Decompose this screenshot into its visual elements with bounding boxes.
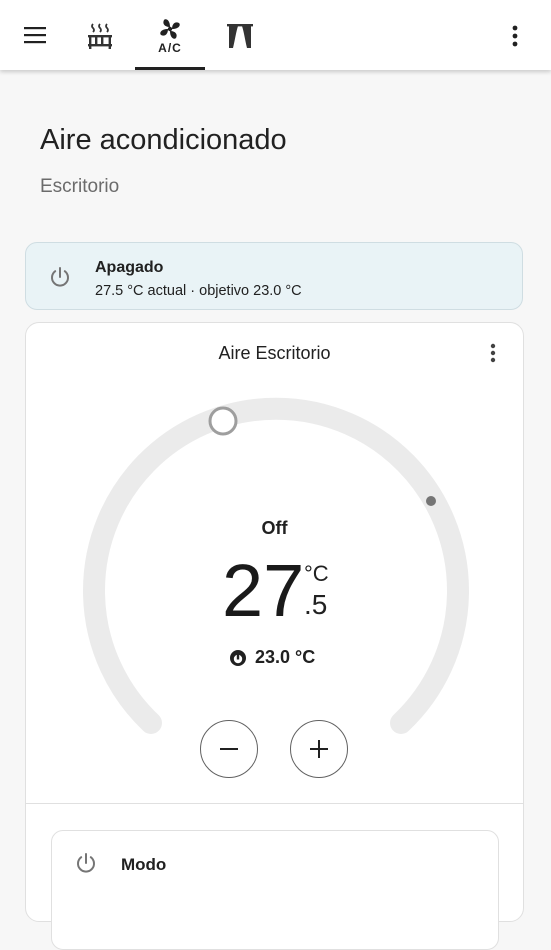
overflow-menu-button[interactable] bbox=[495, 16, 535, 56]
power-icon bbox=[51, 267, 69, 287]
menu-icon bbox=[24, 27, 46, 44]
dots-vertical-icon bbox=[512, 25, 518, 47]
status-tile[interactable]: Apagado 27.5 °C actual · objetivo 23.0 °… bbox=[25, 242, 523, 310]
current-temperature-marker bbox=[426, 496, 436, 506]
tab-radiator[interactable] bbox=[80, 14, 120, 58]
curtains-icon bbox=[227, 24, 253, 48]
target-temperature: 23.0 °C bbox=[229, 647, 315, 668]
temperature-unit: °C bbox=[304, 561, 329, 586]
thermostat-card: Aire Escritorio Off 27 °C .5 23.0 °C Mod… bbox=[25, 322, 524, 950]
thermostat-target-icon bbox=[230, 649, 246, 666]
tab-curtains[interactable] bbox=[220, 14, 260, 58]
target-temperature-value: 23.0 °C bbox=[255, 647, 316, 667]
menu-button[interactable] bbox=[14, 14, 56, 56]
target-temperature-handle[interactable] bbox=[208, 406, 238, 436]
tab-air-conditioner-label: A/C bbox=[158, 40, 182, 55]
thermostat-menu-button[interactable] bbox=[481, 341, 505, 370]
tab-air-conditioner[interactable]: A/C bbox=[140, 12, 200, 60]
hvac-state: Off bbox=[261, 518, 288, 538]
minus-icon bbox=[220, 748, 238, 750]
page-title: Aire acondicionado bbox=[40, 124, 287, 156]
status-detail: 27.5 °C actual · objetivo 23.0 °C bbox=[95, 283, 302, 299]
air-conditioner-icon bbox=[160, 18, 180, 39]
top-app-bar: A/C bbox=[0, 0, 551, 70]
current-temperature-integer: 27 bbox=[222, 549, 305, 632]
increase-temperature-button[interactable] bbox=[290, 720, 348, 778]
plus-icon bbox=[310, 740, 328, 758]
mode-label: Modo bbox=[121, 855, 167, 874]
active-tab-indicator bbox=[135, 67, 205, 70]
status-title: Apagado bbox=[95, 259, 164, 276]
power-icon bbox=[77, 853, 95, 873]
current-temperature-decimal: .5 bbox=[304, 589, 328, 620]
thermostat-name[interactable]: Aire Escritorio bbox=[26, 343, 523, 364]
decrease-temperature-button[interactable] bbox=[200, 720, 258, 778]
mode-selector[interactable]: Modo bbox=[51, 830, 499, 950]
radiator-icon bbox=[88, 23, 112, 49]
card-divider bbox=[26, 803, 523, 804]
page-subtitle: Escritorio bbox=[40, 176, 120, 197]
dots-vertical-icon bbox=[490, 343, 496, 363]
